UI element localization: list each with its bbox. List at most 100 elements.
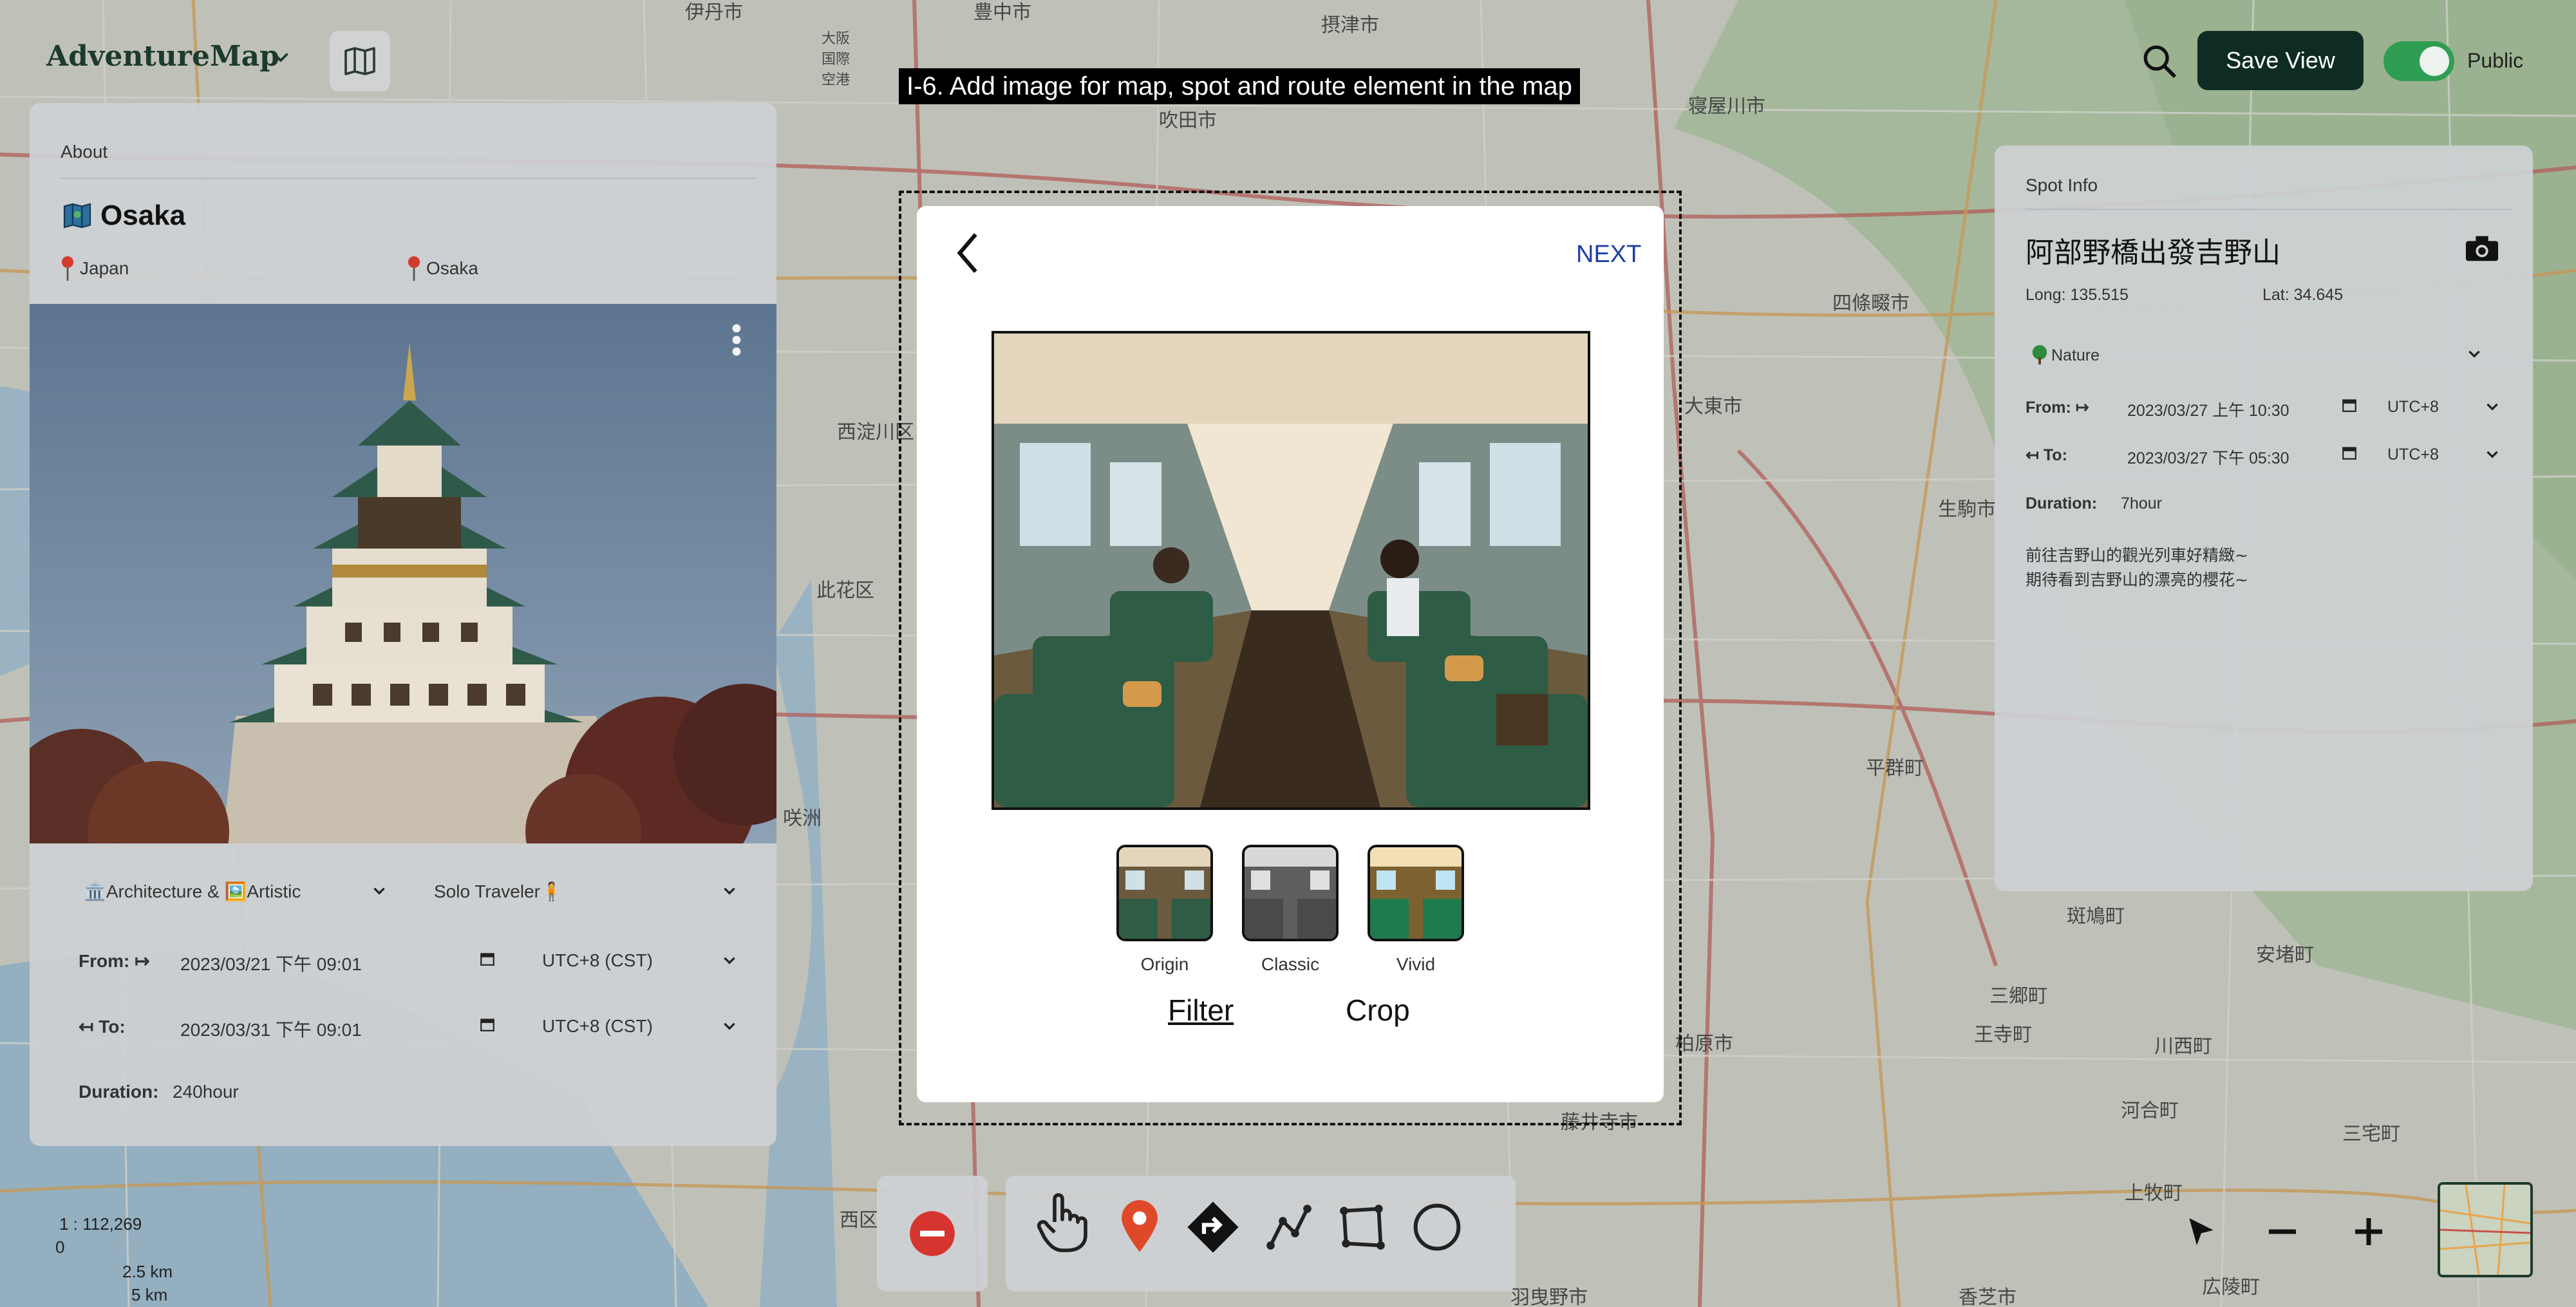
save-view-button[interactable]: Save View [2197,31,2364,90]
spot-info-panel: Spot Info 阿部野橋出發吉野山 Long: 135.515 Lat: 3… [1995,146,2533,891]
drawing-toolbar [1006,1176,1516,1292]
spot-duration-label: Duration: [2026,494,2098,512]
chevron-down-icon[interactable] [2484,446,2501,462]
tab-filter[interactable]: Filter [1168,993,1234,1028]
polyline-tool[interactable] [1258,1196,1320,1258]
duration-label: Duration: [79,1082,159,1102]
duration-value: 240hour [173,1082,239,1102]
circle-tool[interactable] [1406,1196,1468,1258]
next-button[interactable]: NEXT [1576,241,1641,268]
divider [61,178,756,179]
divider [2026,209,2512,210]
hand-tool[interactable] [1031,1191,1093,1253]
minimap-tiles [2440,1185,2530,1275]
country-text: Japan [80,258,129,278]
polygon-tool[interactable] [1331,1196,1393,1258]
chevron-down-icon[interactable] [2466,345,2483,362]
filter-thumb-classic[interactable] [1242,845,1339,941]
map-view-button[interactable] [330,31,390,91]
hand-pointer-icon [1037,1193,1087,1252]
folded-map-icon [344,47,375,75]
more-options-icon[interactable] [731,323,742,357]
thumbnail-image [1370,847,1462,939]
scale-2-5km: 2.5 km [122,1262,173,1281]
spot-description[interactable]: 前往吉野山的觀光列車好精緻~ 期待看到吉野山的漂亮的櫻花~ [2026,543,2248,592]
spot-from-timezone-select[interactable]: UTC+8 [2387,398,2439,417]
spot-from-datetime-input[interactable]: 2023/03/27 上午 10:30 [2127,398,2289,421]
scale-zero: 0 [55,1237,65,1257]
filter-thumb-origin[interactable] [1116,845,1213,941]
chevron-down-icon[interactable] [269,45,292,68]
spot-to-datetime-input[interactable]: 2023/03/27 下午 05:30 [2127,446,2289,469]
train-interior-photo [994,334,1588,807]
tree-icon [2032,345,2047,364]
search-icon[interactable] [2141,42,2178,80]
chevron-down-icon[interactable] [371,882,388,899]
pushpin-icon [61,256,74,281]
country-location: Japan [61,256,129,282]
city-text: Osaka [426,258,478,278]
about-section-title: About [61,142,108,162]
trip-cover-photo[interactable] [30,304,776,843]
chevron-down-icon[interactable] [721,882,738,899]
traveler-select[interactable]: Solo Traveler🧍 [434,881,563,902]
category-select[interactable]: 🏛️Architecture & 🖼️Artistic [84,881,301,902]
from-datetime-input[interactable]: 2023/03/21 下午 09:01 [180,950,362,976]
polygon-icon [1340,1205,1385,1250]
city-location: Osaka [407,256,478,282]
filter-label-origin: Origin [1140,954,1189,974]
calendar-icon[interactable] [2341,444,2358,461]
remove-circle-icon [910,1211,955,1256]
scale-ratio: 1 : 112,269 [59,1214,142,1234]
spot-category-select[interactable]: Nature [2031,345,2100,365]
image-preview [992,331,1590,810]
spot-name[interactable]: 阿部野橋出發吉野山 [2026,229,2280,270]
remove-element-button[interactable] [877,1176,988,1292]
zoom-out-icon [2269,1229,2296,1234]
public-toggle[interactable] [2383,41,2454,81]
from-label: From: ↦ [79,951,150,971]
calendar-icon[interactable] [479,1016,496,1033]
spot-from-label: From: ↦ [2026,399,2089,417]
route-tool[interactable] [1182,1196,1244,1258]
back-arrow-icon[interactable] [954,232,981,274]
cursor-arrow-icon [2189,1218,2214,1245]
select-cursor-button[interactable] [2179,1209,2224,1254]
tab-crop[interactable]: Crop [1346,993,1410,1028]
chevron-down-icon[interactable] [721,952,738,968]
calendar-icon[interactable] [2341,397,2358,413]
to-timezone-select[interactable]: UTC+8 (CST) [542,1016,653,1037]
calendar-icon[interactable] [479,950,496,967]
zoom-out-button[interactable] [2260,1209,2305,1254]
zoom-in-button[interactable] [2346,1209,2391,1254]
from-timezone-select[interactable]: UTC+8 (CST) [542,950,653,971]
chevron-down-icon[interactable] [721,1017,738,1034]
about-panel: About Osaka Japan Osaka 🏛️Architecture &… [30,103,776,1146]
circle-icon [1413,1203,1461,1251]
camera-icon[interactable] [2465,234,2499,263]
filter-label-vivid: Vivid [1396,954,1436,974]
pin-tool[interactable] [1109,1196,1170,1258]
to-label: ↤ To: [79,1017,126,1037]
spot-to-timezone-select[interactable]: UTC+8 [2387,446,2439,464]
spot-section-title: Spot Info [2026,175,2098,195]
description-line: 期待看到吉野山的漂亮的櫻花~ [2026,570,2248,589]
thumbnail-image [1119,847,1210,939]
filter-thumb-vivid[interactable] [1368,845,1464,941]
spot-to-label: ↤ To: [2026,446,2067,464]
latitude-text: Lat: 34.645 [2262,286,2344,304]
annotation-caption: I-6. Add image for map, spot and route e… [899,68,1580,104]
thumbnail-image [1245,847,1336,939]
chevron-down-icon[interactable] [2484,398,2501,415]
longitude-text: Long: 135.515 [2026,286,2129,304]
description-line: 前往吉野山的觀光列車好精緻~ [2026,546,2248,565]
trip-name-text: Osaka [100,200,186,231]
filter-label-classic: Classic [1261,954,1320,974]
public-label: Public [2467,49,2524,72]
to-datetime-input[interactable]: 2023/03/31 下午 09:01 [180,1016,362,1042]
trip-title[interactable]: Osaka [63,200,185,232]
brand-title[interactable]: AdventureMap [46,40,279,73]
route-diamond-icon [1187,1201,1239,1253]
minimap[interactable] [2438,1182,2533,1277]
spot-category-text: Nature [2051,346,2100,364]
